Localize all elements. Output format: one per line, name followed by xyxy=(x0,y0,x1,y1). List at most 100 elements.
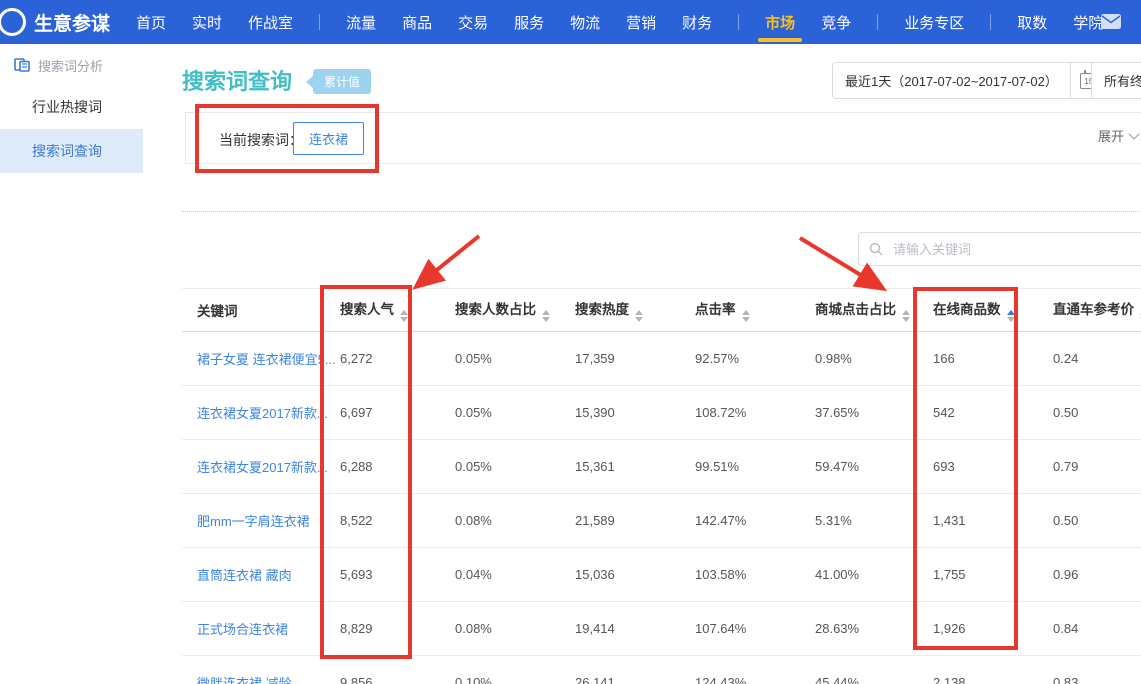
cell-search-popularity: 5,693 xyxy=(340,548,455,602)
cell-searcher-share: 0.04% xyxy=(455,548,575,602)
cell-online-products: 2,138 xyxy=(933,656,1053,684)
cell-keyword: 裙子女夏 连衣裙便宜5... xyxy=(182,332,340,386)
chevron-down-icon xyxy=(1128,128,1139,139)
cell-mall-click-share: 37.65% xyxy=(815,386,933,440)
nav-item-service[interactable]: 服务 xyxy=(514,1,544,44)
cell-click-rate: 142.47% xyxy=(695,494,815,548)
sort-icon[interactable] xyxy=(400,310,408,322)
mail-icon[interactable] xyxy=(1101,14,1121,34)
page-title: 搜索词查询 xyxy=(182,64,292,96)
keyword-link[interactable]: 直筒连衣裙 藏肉 xyxy=(197,568,292,583)
search-term-table: 关键词 搜索人气 搜索人数占比 搜索热度 点击率 商城点击占比 在线商品数 直通… xyxy=(182,288,1141,684)
col-header-ztc-reference-price[interactable]: 直通车参考价 xyxy=(1053,289,1141,332)
main-content: 搜索词查询 累计值 最近1天（2017-07-02~2017-07-02） 15… xyxy=(143,44,1141,684)
col-header-keyword: 关键词 xyxy=(182,289,340,332)
col-header-searcher-share[interactable]: 搜索人数占比 xyxy=(455,289,575,332)
nav-divider xyxy=(738,14,739,30)
cell-keyword: 微胖连衣裙 减龄 xyxy=(182,656,340,684)
sidebar-item-search-term-query[interactable]: 搜索词查询 xyxy=(0,129,143,173)
col-header-mall-click-share[interactable]: 商城点击占比 xyxy=(815,289,933,332)
nav-item-realtime[interactable]: 实时 xyxy=(192,1,222,44)
cell-online-products: 166 xyxy=(933,332,1053,386)
col-header-search-popularity[interactable]: 搜索人气 xyxy=(340,289,455,332)
table-row: 正式场合连衣裙 8,829 0.08% 19,414 107.64% 28.63… xyxy=(182,602,1141,656)
keyword-search-box xyxy=(858,232,1141,266)
terminal-filter-dropdown[interactable]: 所有终端 xyxy=(1091,62,1141,99)
cell-search-popularity: 6,697 xyxy=(340,386,455,440)
nav-item-competition[interactable]: 竞争 xyxy=(821,1,851,44)
table-row: 肥mm一字肩连衣裙 8,522 0.08% 21,589 142.47% 5.3… xyxy=(182,494,1141,548)
expand-link[interactable]: 展开 xyxy=(1098,126,1138,145)
search-input[interactable] xyxy=(891,241,1141,258)
sidebar-item-industry-hot-words[interactable]: 行业热搜词 xyxy=(0,85,143,129)
nav-item-marketing[interactable]: 营销 xyxy=(626,1,656,44)
cell-online-products: 693 xyxy=(933,440,1053,494)
cell-ztc-reference-price: 0.84 xyxy=(1053,602,1141,656)
sidebar: 搜索词分析 行业热搜词 搜索词查询 xyxy=(0,44,144,684)
cell-online-products: 542 xyxy=(933,386,1053,440)
cell-online-products: 1,755 xyxy=(933,548,1053,602)
cumulative-value-badge: 累计值 xyxy=(313,69,371,94)
cell-ztc-reference-price: 0.50 xyxy=(1053,386,1141,440)
cell-ztc-reference-price: 0.79 xyxy=(1053,440,1141,494)
book-icon xyxy=(14,58,30,72)
nav-item-product[interactable]: 商品 xyxy=(402,1,432,44)
sort-icon[interactable] xyxy=(742,310,750,322)
search-term-table-wrap: 关键词 搜索人气 搜索人数占比 搜索热度 点击率 商城点击占比 在线商品数 直通… xyxy=(182,288,1141,684)
top-nav: 生意参谋 首页 实时 作战室 流量 商品 交易 服务 物流 营销 财务 市场 竞… xyxy=(0,0,1141,44)
nav-item-warroom[interactable]: 作战室 xyxy=(248,1,293,44)
cell-search-popularity: 9,856 xyxy=(340,656,455,684)
table-row: 直筒连衣裙 藏肉 5,693 0.04% 15,036 103.58% 41.0… xyxy=(182,548,1141,602)
cell-click-rate: 92.57% xyxy=(695,332,815,386)
cell-searcher-share: 0.05% xyxy=(455,386,575,440)
section-divider xyxy=(182,211,1141,212)
cell-search-popularity: 8,829 xyxy=(340,602,455,656)
col-header-online-products[interactable]: 在线商品数 xyxy=(933,289,1053,332)
keyword-link[interactable]: 正式场合连衣裙 xyxy=(197,622,288,637)
cell-search-heat: 26,141 xyxy=(575,656,695,684)
nav-item-home[interactable]: 首页 xyxy=(136,1,166,44)
cell-search-heat: 15,390 xyxy=(575,386,695,440)
nav-item-market[interactable]: 市场 xyxy=(765,1,795,44)
app-logo[interactable]: 生意参谋 xyxy=(12,8,110,36)
current-keyword-panel: 当前搜索词： 连衣裙 xyxy=(185,112,1141,164)
table-header-row: 关键词 搜索人气 搜索人数占比 搜索热度 点击率 商城点击占比 在线商品数 直通… xyxy=(182,289,1141,332)
search-icon xyxy=(869,242,883,256)
current-keyword-chip[interactable]: 连衣裙 xyxy=(293,122,364,155)
nav-item-data-fetch[interactable]: 取数 xyxy=(1017,1,1047,44)
nav-item-logistics[interactable]: 物流 xyxy=(570,1,600,44)
col-header-click-rate[interactable]: 点击率 xyxy=(695,289,815,332)
table-row: 裙子女夏 连衣裙便宜5... 6,272 0.05% 17,359 92.57%… xyxy=(182,332,1141,386)
keyword-link[interactable]: 连衣裙女夏2017新款... xyxy=(197,406,328,421)
sort-icon[interactable] xyxy=(635,310,643,322)
cell-search-heat: 15,036 xyxy=(575,548,695,602)
cell-click-rate: 107.64% xyxy=(695,602,815,656)
nav-item-business-zone[interactable]: 业务专区 xyxy=(904,1,964,44)
cell-searcher-share: 0.08% xyxy=(455,602,575,656)
cell-online-products: 1,926 xyxy=(933,602,1053,656)
sort-icon[interactable] xyxy=(902,310,910,322)
cell-mall-click-share: 0.98% xyxy=(815,332,933,386)
cell-keyword: 肥mm一字肩连衣裙 xyxy=(182,494,340,548)
nav-item-traffic[interactable]: 流量 xyxy=(346,1,376,44)
nav-divider xyxy=(319,14,320,30)
cell-mall-click-share: 41.00% xyxy=(815,548,933,602)
keyword-link[interactable]: 微胖连衣裙 减龄 xyxy=(197,676,292,684)
cell-search-heat: 17,359 xyxy=(575,332,695,386)
keyword-link[interactable]: 连衣裙女夏2017新款... xyxy=(197,460,328,475)
cell-click-rate: 103.58% xyxy=(695,548,815,602)
col-header-search-heat[interactable]: 搜索热度 xyxy=(575,289,695,332)
cell-click-rate: 99.51% xyxy=(695,440,815,494)
nav-item-academy[interactable]: 学院 xyxy=(1073,1,1103,44)
date-range-picker[interactable]: 最近1天（2017-07-02~2017-07-02） 15 xyxy=(832,62,1108,99)
date-range-text: 最近1天（2017-07-02~2017-07-02） xyxy=(833,71,1070,90)
cell-mall-click-share: 28.63% xyxy=(815,602,933,656)
current-keyword-label: 当前搜索词： xyxy=(219,130,303,150)
sort-icon-active[interactable] xyxy=(1007,310,1015,322)
nav-divider xyxy=(877,14,878,30)
keyword-link[interactable]: 裙子女夏 连衣裙便宜5... xyxy=(197,352,336,367)
nav-item-finance[interactable]: 财务 xyxy=(682,1,712,44)
sort-icon[interactable] xyxy=(542,310,550,322)
nav-item-trade[interactable]: 交易 xyxy=(458,1,488,44)
keyword-link[interactable]: 肥mm一字肩连衣裙 xyxy=(197,514,310,529)
